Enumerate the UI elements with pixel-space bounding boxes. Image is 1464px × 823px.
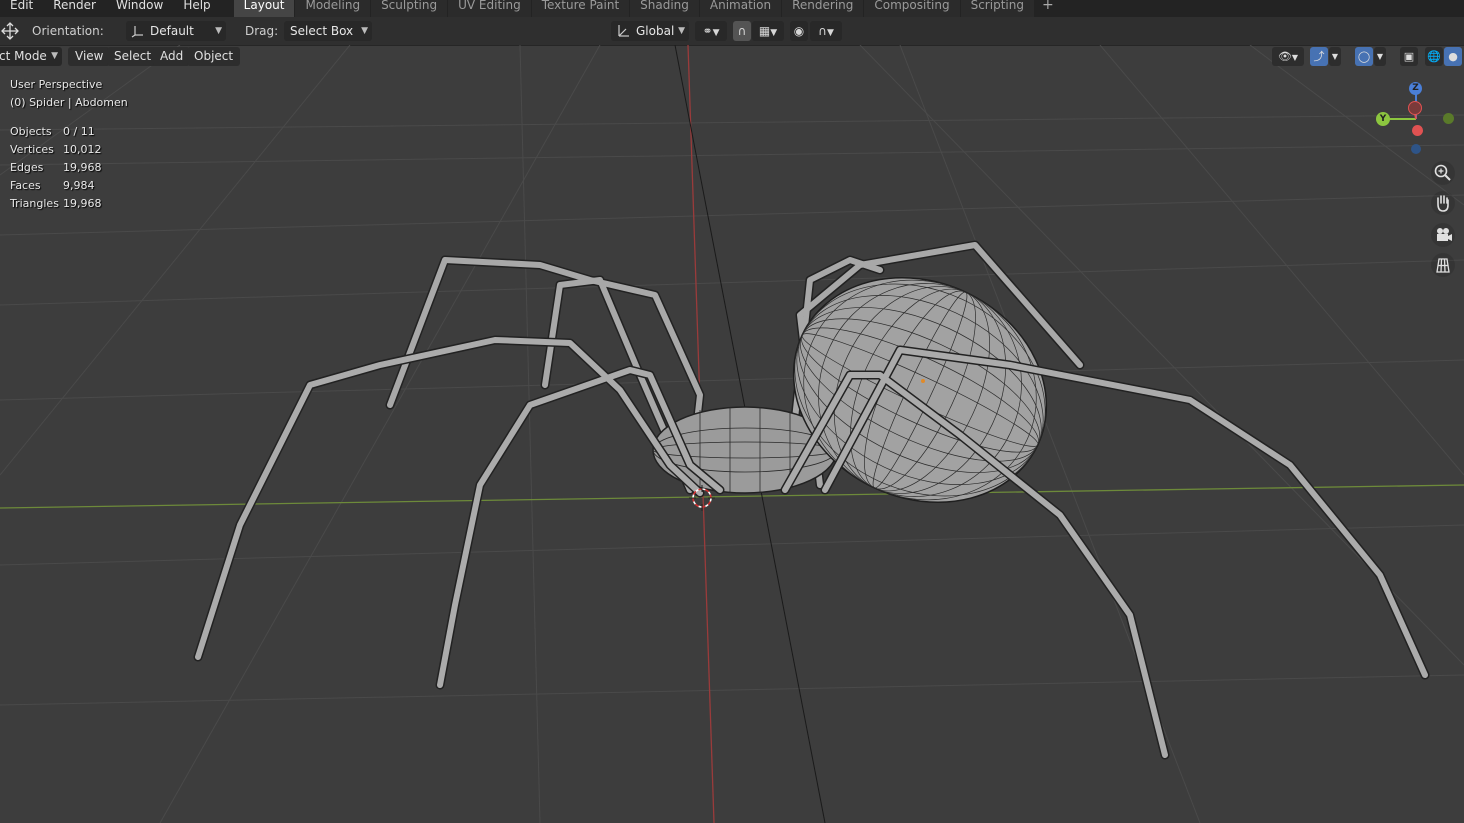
chevron-down-icon: ▼: [678, 26, 685, 36]
menu-help[interactable]: Help: [173, 0, 220, 14]
gizmo-z-negative[interactable]: [1411, 144, 1421, 154]
menu-select[interactable]: Select: [107, 47, 159, 66]
orientation-value: Default: [150, 24, 194, 38]
gizmo-y-axis[interactable]: Y: [1376, 112, 1390, 126]
tab-compositing[interactable]: Compositing: [863, 0, 960, 17]
chevron-down-icon: ▼: [826, 28, 834, 38]
overlays-icon: ◯: [1357, 50, 1371, 63]
falloff-curve-icon: ∩: [818, 24, 827, 38]
orientation-axes-icon: [131, 24, 145, 44]
zoom-icon[interactable]: [1431, 161, 1455, 185]
gizmo-icon: ⤴: [1313, 50, 1325, 63]
mode-dropdown[interactable]: ct Mode ▼: [0, 47, 62, 66]
chevron-down-icon: ▼: [51, 51, 58, 61]
top-menu-bar: Edit Render Window Help Layout Modeling …: [0, 0, 1464, 17]
falloff-dropdown[interactable]: ∩▼: [810, 21, 842, 41]
chevron-down-icon: ▼: [215, 26, 222, 36]
add-workspace-button[interactable]: +: [1034, 0, 1062, 15]
menu-edit[interactable]: Edit: [0, 0, 43, 14]
viewport-scene: [0, 45, 1464, 823]
camera-icon[interactable]: [1431, 223, 1455, 247]
transform-tool-icon[interactable]: [0, 21, 20, 41]
tab-rendering[interactable]: Rendering: [781, 0, 864, 17]
mode-value: ct Mode: [0, 49, 47, 63]
tab-shading[interactable]: Shading: [629, 0, 699, 17]
grid-icon[interactable]: [1431, 253, 1455, 277]
tab-modeling[interactable]: Modeling: [294, 0, 371, 17]
viewport-header: ct Mode ▼ View Select Add Object 👁▼ ⤴ ▼ …: [0, 45, 1464, 67]
wireframe-sphere-icon: 🌐: [1427, 50, 1441, 63]
visibility-dropdown[interactable]: 👁▼: [1272, 47, 1304, 66]
chevron-down-icon: ▼: [770, 28, 778, 38]
drag-dropdown[interactable]: Select Box ▼: [284, 21, 372, 41]
gizmo-x-negative[interactable]: [1412, 125, 1423, 136]
orientation-label: Orientation:: [32, 24, 104, 38]
solid-sphere-icon: ●: [1448, 50, 1458, 63]
stat-row: Faces 9,984: [10, 179, 95, 192]
3d-viewport[interactable]: User Perspective (0) Spider | Abdomen Ob…: [0, 45, 1464, 823]
eye-icon: 👁: [1277, 50, 1292, 63]
chevron-down-icon: ▼: [712, 28, 720, 38]
menu-render[interactable]: Render: [43, 0, 106, 14]
stat-row: Objects 0 / 11: [10, 125, 95, 138]
stat-row: Vertices 10,012: [10, 143, 102, 156]
menu-add[interactable]: Add: [153, 47, 191, 66]
view-perspective-label: User Perspective: [10, 78, 103, 91]
xray-toggle[interactable]: ▣: [1400, 47, 1418, 66]
pivot-point-dropdown[interactable]: ⚭▼: [695, 21, 727, 41]
xray-icon: ▣: [1403, 50, 1415, 63]
snap-target-dropdown[interactable]: ▦▼: [752, 21, 784, 41]
active-object-label: (0) Spider | Abdomen: [10, 96, 128, 109]
chevron-down-icon: ▼: [1291, 53, 1299, 62]
overlays-toggle[interactable]: ◯: [1355, 47, 1373, 66]
navigation-gizmo[interactable]: Z Y: [1370, 77, 1460, 157]
workspace-tabs: Layout Modeling Sculpting UV Editing Tex…: [232, 0, 1062, 17]
snap-increment-icon: ▦: [758, 24, 771, 38]
origin-point: [921, 379, 925, 383]
tab-animation[interactable]: Animation: [698, 0, 782, 17]
transform-orientation-dropdown[interactable]: Global ▼: [611, 21, 689, 41]
drag-label: Drag:: [245, 24, 279, 38]
pivot-icon: ⚭: [702, 24, 713, 38]
stat-row: Triangles 19,968: [10, 197, 102, 210]
chevron-down-icon: ▼: [361, 26, 368, 36]
proportional-edit-icon: ◉: [793, 24, 805, 38]
proportional-edit-toggle[interactable]: ◉: [790, 21, 808, 41]
snap-toggle[interactable]: ∩: [733, 21, 751, 41]
global-axes-icon: [616, 24, 630, 44]
menu-window[interactable]: Window: [106, 0, 173, 14]
tab-uv-editing[interactable]: UV Editing: [447, 0, 531, 17]
gizmo-toggle[interactable]: ⤴: [1310, 47, 1328, 66]
gizmo-y-negative[interactable]: [1443, 113, 1454, 124]
transform-orientation-value: Global: [636, 24, 675, 38]
chevron-down-icon[interactable]: ▼: [1374, 47, 1386, 66]
viewport-shading-controls: 👁▼ ⤴ ▼ ◯ ▼ ▣ 🌐 ●: [1272, 47, 1464, 66]
stat-row: Edges 19,968: [10, 161, 102, 174]
tab-sculpting[interactable]: Sculpting: [370, 0, 448, 17]
tab-scripting[interactable]: Scripting: [959, 0, 1034, 17]
tab-texture-paint[interactable]: Texture Paint: [530, 0, 630, 17]
menu-view[interactable]: View: [68, 47, 111, 66]
gizmo-z-axis[interactable]: Z: [1409, 82, 1422, 95]
drag-value: Select Box: [290, 24, 354, 38]
orientation-dropdown[interactable]: Default ▼: [126, 21, 226, 41]
menu-object[interactable]: Object: [187, 47, 241, 66]
gizmo-x-axis-back[interactable]: [1408, 101, 1422, 115]
hand-icon[interactable]: [1431, 191, 1455, 215]
tab-layout[interactable]: Layout: [232, 0, 295, 17]
chevron-down-icon[interactable]: ▼: [1329, 47, 1341, 66]
wireframe-shading-button[interactable]: 🌐: [1425, 47, 1443, 66]
magnet-icon: ∩: [737, 24, 747, 38]
tool-settings-bar: Orientation: Default ▼ Drag: Select Box …: [0, 17, 1464, 46]
solid-shading-button[interactable]: ●: [1444, 47, 1462, 66]
